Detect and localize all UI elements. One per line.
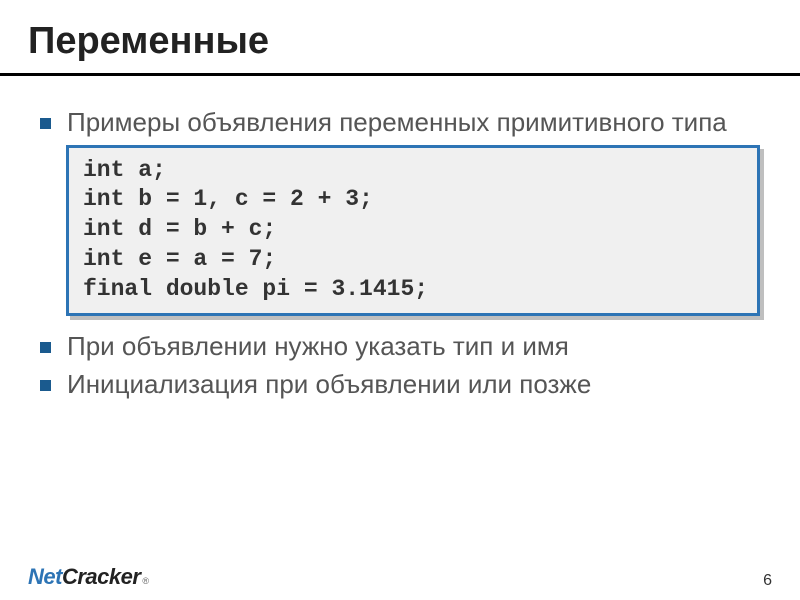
- logo-registered-icon: ®: [142, 576, 149, 586]
- logo-part-net: Net: [28, 564, 62, 590]
- logo-part-cracker: Cracker: [62, 564, 140, 590]
- bullet-text: Примеры объявления переменных примитивно…: [67, 106, 760, 139]
- code-block: int a; int b = 1, c = 2 + 3; int d = b +…: [66, 145, 760, 316]
- bullet-item: Инициализация при объявлении или позже: [40, 368, 760, 401]
- slide-title: Переменные: [0, 0, 800, 73]
- slide-content: Примеры объявления переменных примитивно…: [0, 106, 800, 401]
- bullet-text: Инициализация при объявлении или позже: [67, 368, 760, 401]
- logo: NetCracker®: [28, 564, 149, 590]
- slide-footer: NetCracker® 6: [28, 564, 772, 590]
- bullet-square-icon: [40, 380, 51, 391]
- slide: Переменные Примеры объявления переменных…: [0, 0, 800, 600]
- bullet-square-icon: [40, 118, 51, 129]
- bullet-square-icon: [40, 342, 51, 353]
- bullet-item: Примеры объявления переменных примитивно…: [40, 106, 760, 139]
- bullet-text: При объявлении нужно указать тип и имя: [67, 330, 760, 363]
- page-number: 6: [763, 572, 772, 590]
- title-divider: [0, 73, 800, 76]
- bullet-item: При объявлении нужно указать тип и имя: [40, 330, 760, 363]
